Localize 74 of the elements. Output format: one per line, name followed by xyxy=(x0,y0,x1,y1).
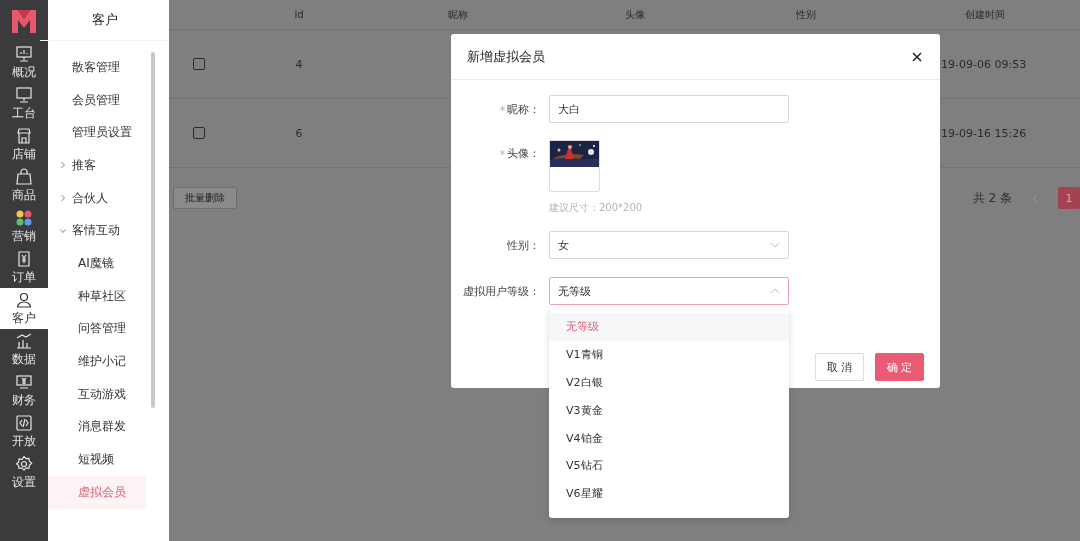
column-header: 性别 xyxy=(795,7,817,22)
close-button[interactable] xyxy=(910,49,924,64)
table-cell: 19-09-16 15:26 xyxy=(941,126,1027,140)
storefront-icon xyxy=(15,126,33,145)
bar-chart-icon xyxy=(15,331,33,350)
image-upload[interactable] xyxy=(549,140,600,192)
nav-item[interactable]: 财务 xyxy=(0,370,48,411)
menu-item[interactable]: 合伙人 xyxy=(48,181,146,215)
nav-item[interactable]: 工台 xyxy=(0,83,48,124)
nav-item[interactable]: 订单 xyxy=(0,247,48,288)
nav-item[interactable]: 店铺 xyxy=(0,124,48,165)
dropdown-option[interactable]: V3黄金 xyxy=(549,396,789,425)
menu-item[interactable]: 推客 xyxy=(48,149,146,182)
checkbox[interactable] xyxy=(193,58,205,70)
field-label: 虚拟用户等级： xyxy=(463,285,540,299)
nav-item[interactable]: 概况 xyxy=(0,42,48,83)
menu-item[interactable]: 互动游戏 xyxy=(48,377,146,411)
column-header: 头像 xyxy=(624,7,646,22)
receipt-icon xyxy=(15,249,33,268)
nav-item[interactable]: 开放 xyxy=(0,411,48,452)
batch-delete-button[interactable]: 批量删除 xyxy=(173,187,237,209)
dropdown-option[interactable]: V6星耀 xyxy=(549,479,789,508)
checkbox[interactable] xyxy=(193,127,205,139)
settings-icon xyxy=(15,454,33,473)
cancel-button[interactable]: 取 消 xyxy=(815,353,864,381)
menu-item[interactable]: 消息群发 xyxy=(48,410,146,444)
menu-item[interactable]: 维护小记 xyxy=(48,345,146,378)
menu-item[interactable]: 短视频 xyxy=(48,443,146,476)
dropdown-option[interactable]: V4铂金 xyxy=(549,424,789,452)
dropdown-option[interactable]: V5钻石 xyxy=(549,452,789,480)
nav-item[interactable]: 商品 xyxy=(0,165,48,206)
nav-item[interactable]: 客户 xyxy=(0,288,48,329)
field-label: 性别： xyxy=(507,239,540,253)
chevron-icon xyxy=(60,226,66,235)
nav-item[interactable]: 数据 xyxy=(0,329,48,370)
menu-item[interactable]: AI魔镜 xyxy=(48,247,146,280)
scrollbar[interactable] xyxy=(151,52,155,408)
dropdown-option[interactable]: V1青铜 xyxy=(549,340,789,369)
person-icon xyxy=(15,290,33,309)
field-label: 头像： xyxy=(507,147,540,161)
chevron-icon xyxy=(60,194,66,203)
column-header: 创建时间 xyxy=(963,7,1006,22)
table-cell: 4 xyxy=(295,57,303,71)
monitor-icon xyxy=(15,85,33,104)
chevron-icon xyxy=(60,161,66,170)
shopping-bag-icon xyxy=(15,167,33,186)
code-icon xyxy=(15,413,33,432)
table-cell: 6 xyxy=(295,126,303,140)
field-label: 昵称： xyxy=(507,103,540,117)
column-header: 昵称 xyxy=(447,7,469,22)
menu-item[interactable]: 会员管理 xyxy=(48,83,146,117)
total-count: 共 2 条 xyxy=(972,189,1012,207)
table-cell: 19-09-06 09:53 xyxy=(941,57,1027,71)
column-header: id xyxy=(293,9,305,20)
colored-dots-icon xyxy=(15,208,33,227)
logo-icon xyxy=(10,7,38,35)
select-field[interactable]: 女 xyxy=(549,231,789,259)
chevron-left-icon xyxy=(1032,193,1038,203)
text-field[interactable]: 大白 xyxy=(549,95,789,123)
menu-item[interactable]: 客情互动 xyxy=(48,214,146,248)
chevron-icon xyxy=(770,288,780,294)
menu-item[interactable]: 种草社区 xyxy=(48,279,146,313)
nav-item[interactable]: 设置 xyxy=(0,452,48,493)
monitor-chart-icon xyxy=(15,44,33,63)
menu-item[interactable]: 管理员设置 xyxy=(48,116,146,150)
nav-item[interactable]: 营销 xyxy=(0,206,48,247)
hint-text: 建议尺寸：200*200 xyxy=(549,201,643,215)
money-screen-icon xyxy=(15,372,33,391)
dialog-title: 新增虚拟会员 xyxy=(467,47,545,66)
chevron-icon xyxy=(770,242,780,248)
menu-item[interactable]: 问答管理 xyxy=(48,312,146,346)
dropdown-option[interactable]: V2白银 xyxy=(549,368,789,397)
menu-item[interactable]: 散客管理 xyxy=(48,51,146,84)
select-field[interactable]: 无等级 xyxy=(549,277,789,305)
